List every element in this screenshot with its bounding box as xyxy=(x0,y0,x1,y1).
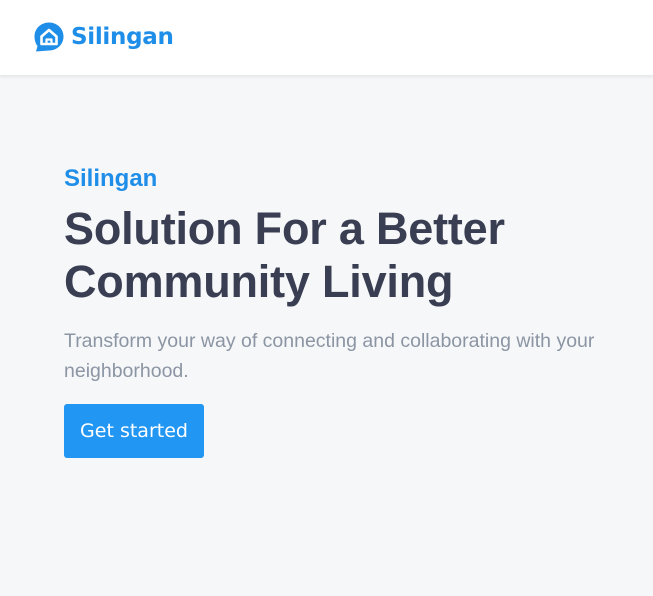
hero-subtitle: Transform your way of connecting and col… xyxy=(64,330,595,382)
brand-logo-link[interactable]: Silingan xyxy=(33,21,174,53)
top-navbar: Silingan xyxy=(0,0,653,76)
brand-name: Silingan xyxy=(71,24,174,50)
house-chat-bubble-icon xyxy=(34,22,64,52)
hero-headline-line-2: Community Living xyxy=(64,256,454,307)
hero-headline-line-1: Solution For a Better xyxy=(64,203,505,254)
get-started-button[interactable]: Get started xyxy=(64,404,204,458)
hero-headline: Solution For a Better Community Living xyxy=(64,202,624,308)
hero-section: Silingan Solution For a Better Community… xyxy=(64,164,624,458)
hero-eyebrow: Silingan xyxy=(64,165,158,192)
